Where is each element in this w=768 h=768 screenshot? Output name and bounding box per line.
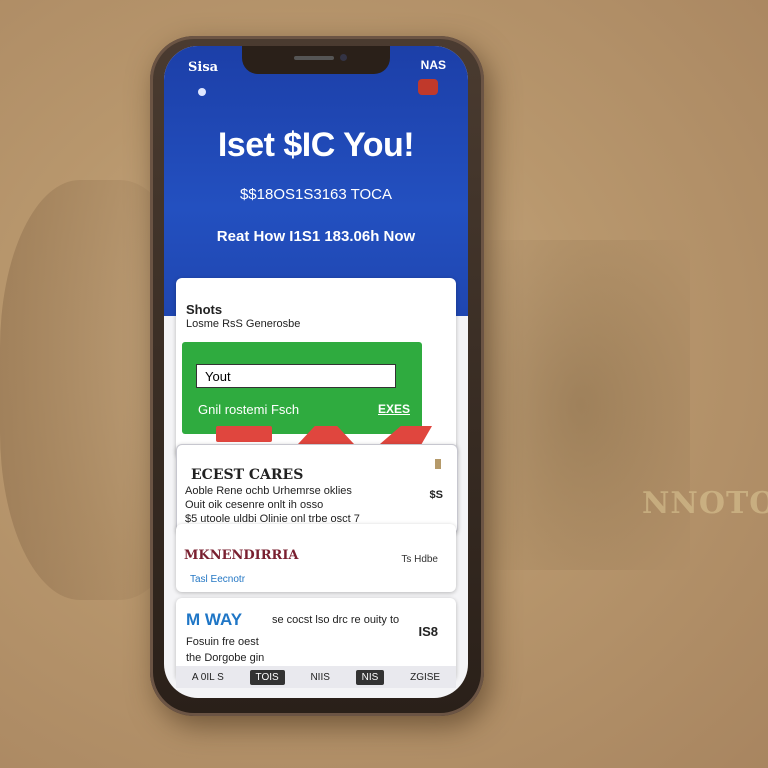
status-carrier: Sisa bbox=[188, 60, 219, 75]
market-price: IS8 bbox=[418, 624, 438, 639]
phone-notch bbox=[242, 46, 390, 74]
promo-heading: MKNENDIRRIA bbox=[184, 548, 299, 563]
tab-item[interactable]: NIS bbox=[355, 669, 385, 685]
signup-input[interactable] bbox=[196, 364, 396, 388]
front-camera bbox=[340, 54, 347, 61]
best-cares-heading: ECEST CARES bbox=[191, 467, 304, 483]
red-shape-1 bbox=[216, 426, 272, 442]
promo-link[interactable]: Tasl Eecnotr bbox=[190, 574, 245, 585]
hero-title: Iset $IC You! bbox=[217, 126, 415, 164]
promo-card[interactable]: MKNENDIRRIA Ts Hdbe Tasl Eecnotr bbox=[176, 524, 456, 592]
best-cares-card[interactable]: ECEST CARES Aoble Rene ochb Urhemrse okl… bbox=[176, 444, 458, 534]
best-cares-line: Ouit oik cesenre onlt ih osso bbox=[185, 499, 324, 511]
notification-badge-icon[interactable] bbox=[418, 79, 438, 95]
signup-link[interactable]: EXES bbox=[378, 402, 410, 416]
signup-subtitle: Losme RsS Generosbe bbox=[186, 318, 301, 330]
tab-item[interactable]: TOIS bbox=[249, 669, 285, 685]
bottom-tab-bar: A 0IL S TOIS NIIS NIS ZGISE bbox=[176, 666, 456, 688]
hero-subtitle: $$18OS1S3163 TOCA bbox=[239, 186, 393, 203]
smartphone: Sisa NAS Iset $IC You! $$18OS1S3163 TOCA… bbox=[150, 36, 484, 716]
pin-icon bbox=[435, 459, 441, 469]
best-cares-badge: $S bbox=[429, 489, 443, 501]
market-line: Fosuin fre oest bbox=[186, 636, 259, 648]
market-brand: M WAY bbox=[186, 610, 243, 629]
promo-tag: Ts Hdbe bbox=[401, 554, 438, 565]
floor-lettering: NNOTO bbox=[642, 486, 768, 521]
speaker-grille bbox=[294, 56, 334, 60]
phone-screen: Sisa NAS Iset $IC You! $$18OS1S3163 TOCA… bbox=[164, 46, 468, 698]
hero-banner: Sisa NAS Iset $IC You! $$18OS1S3163 TOCA… bbox=[164, 46, 468, 316]
signup-panel: Gnil rostemi Fsch EXES bbox=[182, 342, 422, 434]
hero-cta-link[interactable]: Reat How I1S1 183.06h Now bbox=[164, 228, 468, 245]
menu-dot-icon[interactable] bbox=[198, 88, 206, 96]
status-indicator: NAS bbox=[420, 58, 446, 72]
tab-item[interactable]: A 0IL S bbox=[186, 670, 230, 685]
tab-item[interactable]: NIIS bbox=[304, 670, 335, 685]
market-line: se cocst lso drc re ouity to bbox=[272, 614, 400, 626]
tab-item[interactable]: ZGISE bbox=[404, 670, 446, 685]
signup-hint: Gnil rostemi Fsch bbox=[198, 402, 300, 417]
signup-title: Shots bbox=[186, 302, 223, 317]
market-line: the Dorgobe gin bbox=[186, 652, 265, 664]
best-cares-line: Aoble Rene ochb Urhemrse oklies bbox=[185, 485, 352, 497]
